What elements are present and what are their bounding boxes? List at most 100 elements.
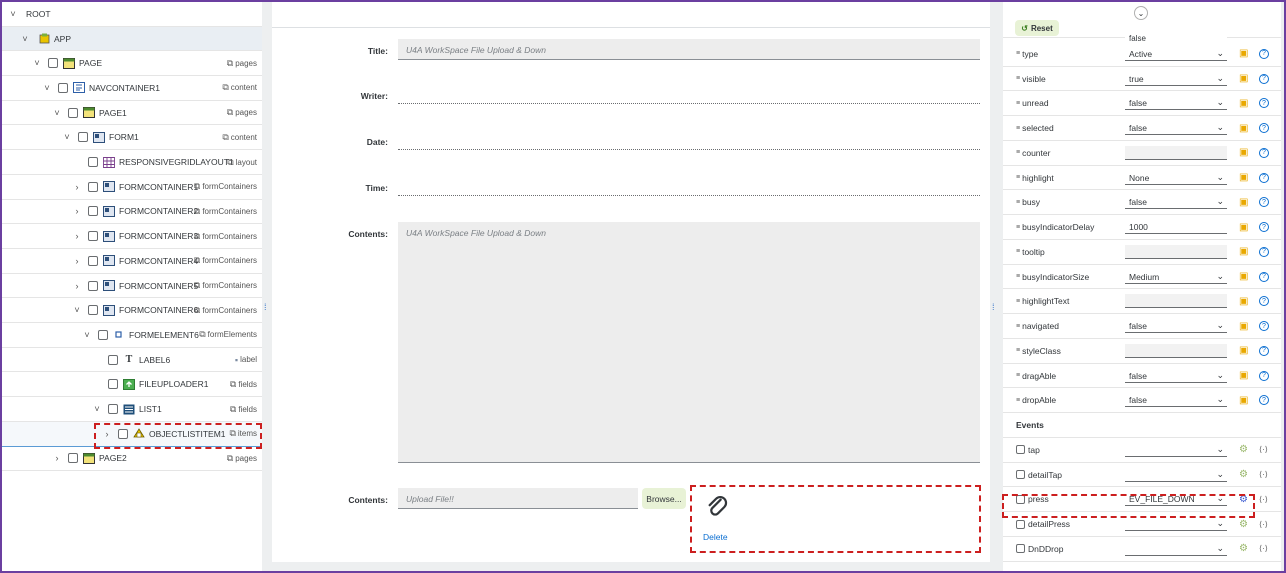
- folder-binding-icon[interactable]: ▣: [1239, 246, 1248, 257]
- tree-node-page[interactable]: ˅ PAGE ⧉ pages: [2, 51, 262, 77]
- code-icon[interactable]: ⟨·⟩: [1259, 445, 1268, 454]
- tree-checkbox[interactable]: [88, 206, 98, 217]
- chevron-down-icon[interactable]: ˅: [52, 108, 62, 118]
- tree-node-formcontainer3[interactable]: › FORMCONTAINER3 ⧉ formContainers: [2, 224, 262, 249]
- help-icon[interactable]: ?: [1259, 345, 1269, 356]
- folder-binding-icon[interactable]: ▣: [1239, 222, 1248, 233]
- help-icon[interactable]: ?: [1259, 48, 1269, 59]
- chevron-right-icon[interactable]: ›: [72, 206, 82, 216]
- help-icon[interactable]: ?: [1259, 147, 1269, 158]
- browse-button[interactable]: Browse...: [642, 488, 686, 509]
- help-icon[interactable]: ?: [1259, 296, 1269, 307]
- property-value-input[interactable]: 1000: [1125, 220, 1227, 235]
- tree-node-objectlistitem1[interactable]: › OBJECTLISTITEM1 ⧉ items: [2, 421, 262, 447]
- event-checkbox[interactable]: [1016, 519, 1025, 529]
- gear-icon[interactable]: ⚙: [1239, 444, 1248, 455]
- property-value-input[interactable]: [1125, 244, 1227, 259]
- help-icon[interactable]: ?: [1259, 246, 1269, 257]
- property-value-select[interactable]: None ⌄: [1125, 170, 1227, 185]
- time-field[interactable]: [398, 184, 980, 196]
- event-handler-select[interactable]: ⌄: [1125, 442, 1227, 457]
- tree-checkbox[interactable]: [118, 428, 128, 439]
- folder-binding-icon[interactable]: ▣: [1239, 147, 1248, 158]
- property-value-select[interactable]: false ⌄: [1125, 319, 1227, 334]
- event-checkbox[interactable]: [1016, 494, 1025, 504]
- tree-node-navcontainer1[interactable]: ˅ NAVCONTAINER1 ⧉ content: [2, 76, 262, 101]
- folder-binding-icon[interactable]: ▣: [1239, 48, 1248, 59]
- tree-node-formcontainer6[interactable]: ˅ FORMCONTAINER6 ⧉ formContainers: [2, 298, 262, 324]
- event-handler-select[interactable]: ⌄: [1125, 517, 1227, 532]
- chevron-down-icon[interactable]: ˅: [32, 58, 42, 68]
- upload-file-input[interactable]: Upload File!!: [398, 488, 638, 509]
- chevron-down-icon[interactable]: ˅: [72, 305, 82, 315]
- splitter-grip-icon[interactable]: ⁞: [992, 302, 996, 312]
- property-value-input[interactable]: [1125, 294, 1227, 309]
- property-value-select[interactable]: false ⌄: [1125, 121, 1227, 136]
- help-icon[interactable]: ?: [1259, 172, 1269, 183]
- help-icon[interactable]: ?: [1259, 197, 1269, 208]
- tree-checkbox[interactable]: [88, 255, 98, 266]
- tree-checkbox[interactable]: [88, 181, 98, 192]
- folder-binding-icon[interactable]: ▣: [1239, 172, 1248, 183]
- property-value-input[interactable]: [1125, 145, 1227, 160]
- property-value-select[interactable]: false ⌄: [1125, 195, 1227, 210]
- chevron-down-icon[interactable]: ˅: [20, 34, 30, 44]
- tree-node-formelement6[interactable]: ˅ FORMELEMENT6 ⧉ formElements: [2, 323, 262, 348]
- left-splitter[interactable]: ⁞: [262, 2, 270, 571]
- help-icon[interactable]: ?: [1259, 222, 1269, 233]
- code-icon[interactable]: ⟨·⟩: [1259, 495, 1268, 504]
- help-icon[interactable]: ?: [1259, 395, 1269, 406]
- folder-binding-icon[interactable]: ▣: [1239, 345, 1248, 356]
- tree-checkbox[interactable]: [68, 107, 78, 118]
- chevron-down-icon[interactable]: ˅: [92, 404, 102, 414]
- tree-node-formcontainer1[interactable]: › FORMCONTAINER1 ⧉ formContainers: [2, 175, 262, 200]
- chevron-right-icon[interactable]: ›: [72, 281, 82, 291]
- tree-node-fileuploader1[interactable]: FILEUPLOADER1 ⧉ fields: [2, 373, 262, 398]
- gear-icon[interactable]: ⚙: [1239, 469, 1248, 480]
- gear-icon[interactable]: ⚙: [1239, 519, 1248, 530]
- chevron-right-icon[interactable]: ›: [52, 453, 62, 463]
- chevron-down-icon[interactable]: ˅: [82, 330, 92, 340]
- property-value-select[interactable]: true ⌄: [1125, 71, 1227, 86]
- tree-checkbox[interactable]: [48, 58, 58, 69]
- tree-checkbox[interactable]: [58, 82, 68, 93]
- partial-property-value[interactable]: false: [1125, 34, 1227, 42]
- event-checkbox[interactable]: [1016, 544, 1025, 554]
- tree-node-formcontainer4[interactable]: › FORMCONTAINER4 ⧉ formContainers: [2, 249, 262, 274]
- event-handler-select[interactable]: EV_FILE_DOWN ⌄: [1125, 492, 1227, 507]
- tree-node-root[interactable]: ˅ ROOT: [2, 2, 262, 27]
- property-value-select[interactable]: false ⌄: [1125, 368, 1227, 383]
- tree-checkbox[interactable]: [108, 379, 118, 390]
- help-icon[interactable]: ?: [1259, 271, 1269, 282]
- tree-node-list1[interactable]: ˅ LIST1 ⧉ fields: [2, 397, 262, 422]
- writer-field[interactable]: [398, 92, 980, 104]
- folder-binding-icon[interactable]: ▣: [1239, 197, 1248, 208]
- chevron-right-icon[interactable]: ›: [72, 256, 82, 266]
- splitter-grip-icon[interactable]: ⁞: [264, 302, 268, 312]
- folder-binding-icon[interactable]: ▣: [1239, 395, 1248, 406]
- chevron-down-icon[interactable]: ˅: [8, 9, 18, 19]
- tree-node-formcontainer5[interactable]: › FORMCONTAINER5 ⧉ formContainers: [2, 274, 262, 299]
- tree-node-formcontainer2[interactable]: › FORMCONTAINER2 ⧉ formContainers: [2, 200, 262, 225]
- chevron-down-icon[interactable]: ˅: [42, 83, 52, 93]
- code-icon[interactable]: ⟨·⟩: [1259, 470, 1268, 479]
- right-splitter[interactable]: ⁞: [990, 2, 998, 571]
- reset-button[interactable]: ↺ Reset: [1015, 20, 1059, 36]
- tree-checkbox[interactable]: [108, 404, 118, 415]
- help-icon[interactable]: ?: [1259, 370, 1269, 381]
- tree-checkbox[interactable]: [108, 354, 118, 365]
- chevron-down-icon[interactable]: ˅: [62, 132, 72, 142]
- tree-node-form1[interactable]: ˅ FORM1 ⧉ content: [2, 126, 262, 151]
- tree-node-responsivegridlayout1[interactable]: RESPONSIVEGRIDLAYOUT1 ⧉ layout: [2, 150, 262, 175]
- help-icon[interactable]: ?: [1259, 98, 1269, 109]
- folder-binding-icon[interactable]: ▣: [1239, 98, 1248, 109]
- folder-binding-icon[interactable]: ▣: [1239, 123, 1248, 134]
- property-value-select[interactable]: false ⌄: [1125, 393, 1227, 408]
- folder-binding-icon[interactable]: ▣: [1239, 73, 1248, 84]
- chevron-right-icon[interactable]: ›: [72, 182, 82, 192]
- folder-binding-icon[interactable]: ▣: [1239, 271, 1248, 282]
- gear-icon[interactable]: ⚙: [1239, 494, 1248, 505]
- tree-node-page1[interactable]: ˅ PAGE1 ⧉ pages: [2, 101, 262, 126]
- help-icon[interactable]: ?: [1259, 73, 1269, 84]
- property-value-select[interactable]: false ⌄: [1125, 96, 1227, 111]
